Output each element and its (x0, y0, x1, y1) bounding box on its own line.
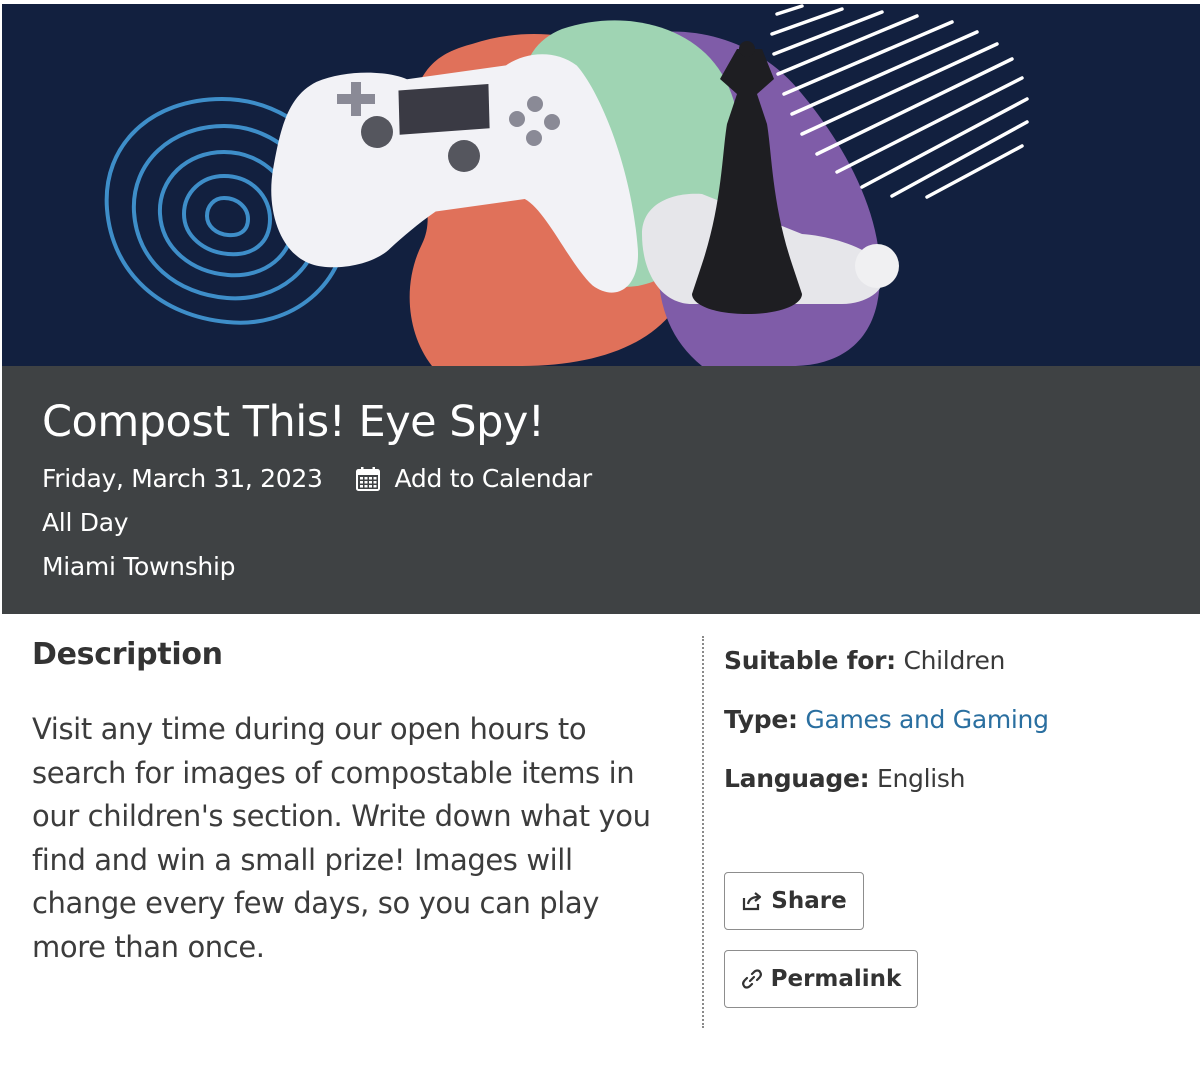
event-content: Description Visit any time during our op… (2, 614, 1200, 1068)
description-body: Visit any time during our open hours to … (32, 712, 651, 964)
language-value: English (876, 764, 966, 793)
event-banner-image (2, 4, 1200, 366)
event-details: Suitable for: Children Type: Games and G… (724, 644, 1184, 821)
banner-illustration (104, 4, 1029, 366)
suitable-for-row: Suitable for: Children (724, 644, 1184, 678)
column-divider (702, 636, 704, 1028)
event-time: All Day (42, 508, 129, 537)
type-link[interactable]: Games and Gaming (805, 705, 1049, 734)
add-to-calendar-link[interactable]: Add to Calendar (355, 464, 592, 494)
description-section: Description Visit any time during our op… (32, 636, 692, 969)
add-to-calendar-label: Add to Calendar (394, 464, 593, 493)
suitable-for-label: Suitable for: (724, 646, 896, 675)
language-label: Language: (724, 764, 870, 793)
suitable-for-value: Children (903, 646, 1006, 675)
event-date: Friday, March 31, 2023 (42, 464, 323, 493)
link-icon (741, 968, 763, 990)
event-header: Compost This! Eye Spy! Friday, March 31,… (2, 366, 1200, 614)
permalink-button[interactable]: Permalink (724, 950, 918, 1008)
type-label: Type: (724, 705, 798, 734)
permalink-button-label: Permalink (770, 966, 902, 992)
event-title: Compost This! Eye Spy! (42, 397, 545, 447)
event-date-row: Friday, March 31, 2023 Add to Calendar (42, 464, 1200, 494)
share-icon (741, 890, 763, 912)
share-button[interactable]: Share (724, 872, 864, 930)
event-location: Miami Township (42, 552, 236, 581)
share-button-label: Share (771, 888, 847, 914)
language-row: Language: English (724, 762, 1184, 796)
type-row: Type: Games and Gaming (724, 703, 1184, 737)
description-heading: Description (32, 637, 223, 672)
calendar-icon (355, 466, 381, 492)
